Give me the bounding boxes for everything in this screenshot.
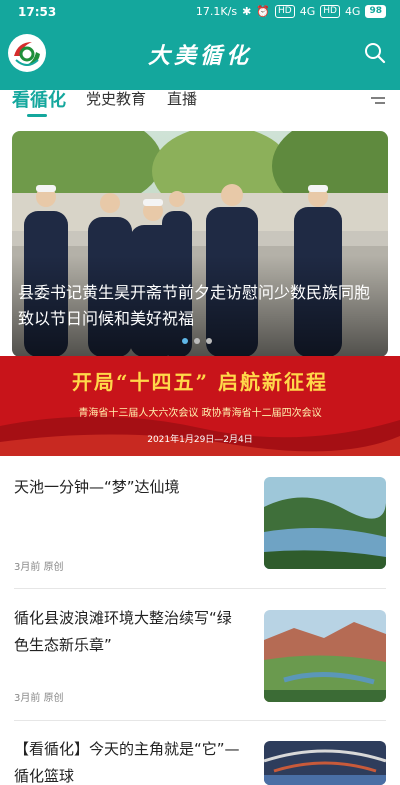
carousel-dots — [182, 338, 212, 344]
signal-4g-2: 4G — [344, 5, 361, 18]
carousel-dot — [194, 338, 200, 344]
network-speed: 17.1K/s — [195, 5, 238, 18]
tab-party-history[interactable]: 党史教育 — [86, 88, 146, 109]
menu-icon[interactable] — [370, 94, 386, 108]
article-title: 天池一分钟—“梦”达仙境 — [14, 478, 180, 496]
signal-4g: 4G — [299, 5, 316, 18]
hero-caption[interactable]: 县委书记黄生昊开斋节前夕走访慰问少数民族同胞 致以节日问候和美好祝福 — [18, 280, 380, 332]
article-time: 3月前 — [14, 562, 41, 573]
bluetooth-icon: ✱ — [242, 5, 252, 18]
article-meta: 3月前 原创 — [14, 689, 64, 704]
app-bar: 大美循化 — [0, 26, 400, 90]
status-bar: 17:53 17.1K/s ✱ ⏰ HD 4G HD 4G 98 — [0, 0, 400, 26]
status-time: 17:53 — [18, 5, 57, 19]
promo-banner[interactable]: 开局“十四五” 启航新征程 青海省十三届人大六次会议 政协青海省十二届四次会议 … — [0, 356, 400, 456]
alarm-icon: ⏰ — [256, 5, 270, 18]
carousel-dot — [182, 338, 188, 344]
article-thumbnail — [264, 741, 386, 785]
article-meta: 3月前 原创 — [14, 558, 64, 573]
list-item[interactable]: 【看循化】今天的主角就是“它”—循化篮球 — [14, 736, 386, 785]
app-title: 大美循化 — [147, 43, 252, 69]
article-title: 【看循化】今天的主角就是“它”—循化篮球 — [14, 740, 240, 785]
channel-tabs: 看循化 党史教育 直播 — [0, 90, 400, 128]
list-item[interactable]: 天池一分钟—“梦”达仙境 3月前 原创 — [14, 474, 386, 574]
banner-subtitle: 青海省十三届人大六次会议 政协青海省十二届四次会议 — [78, 408, 322, 419]
battery-icon: 98 — [365, 5, 386, 18]
list-item[interactable]: 循化县波浪滩环境大整治续写“绿色生态新乐章” 3月前 原创 — [14, 605, 386, 705]
banner-date: 2021年1月29日—2月4日 — [147, 435, 253, 445]
divider — [14, 720, 386, 721]
article-time: 3月前 — [14, 693, 41, 704]
tab-live[interactable]: 直播 — [167, 88, 197, 109]
active-tab-indicator — [27, 114, 47, 117]
search-icon[interactable] — [362, 40, 388, 66]
status-icons: 17.1K/s ✱ ⏰ HD 4G HD 4G 98 — [196, 5, 386, 18]
banner-title: 开局“十四五” 启航新征程 — [72, 370, 328, 394]
divider — [14, 588, 386, 589]
tab-kan-xunhua[interactable]: 看循化 — [12, 86, 66, 112]
article-tag: 原创 — [43, 562, 64, 573]
hd-badge: HD — [275, 5, 295, 18]
article-title: 循化县波浪滩环境大整治续写“绿色生态新乐章” — [14, 609, 232, 654]
article-thumbnail — [264, 477, 386, 569]
top-bar: 17:53 17.1K/s ✱ ⏰ HD 4G HD 4G 98 大美循化 — [0, 0, 400, 90]
carousel-dot — [206, 338, 212, 344]
hd-badge-2: HD — [320, 5, 340, 18]
article-thumbnail — [264, 610, 386, 702]
article-tag: 原创 — [43, 693, 64, 704]
